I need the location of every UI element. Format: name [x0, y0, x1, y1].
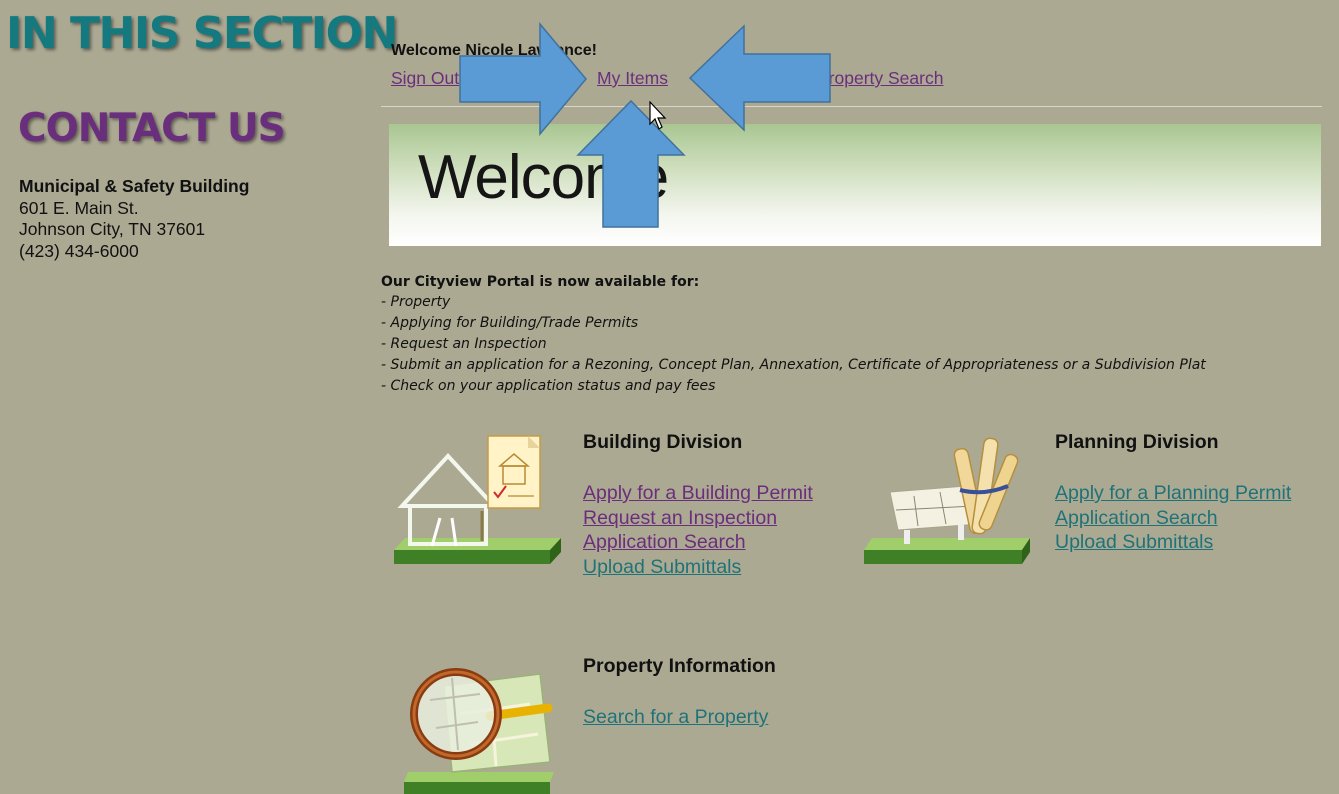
annotation-arrow-icon: [688, 24, 833, 132]
contact-heading: CONTACT US: [18, 106, 286, 151]
portal-intro: Our Cityview Portal is now available for…: [381, 273, 1206, 397]
intro-item: - Property: [381, 294, 451, 310]
magnifier-map-icon: [400, 654, 556, 794]
street-address: 601 E. Main St.: [19, 197, 139, 218]
building-division-title: Building Division: [583, 431, 743, 453]
planning-application-search-link[interactable]: Application Search: [1055, 506, 1291, 531]
intro-item: - Submit an application for a Rezoning, …: [381, 357, 1206, 373]
apply-planning-permit-link[interactable]: Apply for a Planning Permit: [1055, 481, 1291, 506]
planning-division-title: Planning Division: [1055, 431, 1219, 453]
intro-item: - Request an Inspection: [381, 336, 547, 352]
request-inspection-link[interactable]: Request an Inspection: [583, 506, 813, 531]
building-division-links: Apply for a Building Permit Request an I…: [583, 481, 813, 579]
house-permit-icon: [390, 426, 565, 568]
blueprint-plans-icon: [862, 426, 1032, 568]
building-application-search-link[interactable]: Application Search: [583, 530, 813, 555]
contact-address: Municipal & Safety Building 601 E. Main …: [19, 176, 249, 262]
mouse-cursor-icon: [649, 101, 669, 131]
building-upload-submittals-link[interactable]: Upload Submittals: [583, 555, 813, 580]
search-property-link[interactable]: Search for a Property: [583, 705, 768, 730]
sign-out-link[interactable]: Sign Out: [391, 68, 459, 89]
planning-upload-submittals-link[interactable]: Upload Submittals: [1055, 530, 1291, 555]
intro-title: Our Cityview Portal is now available for…: [381, 274, 700, 290]
phone-number: (423) 434-6000: [19, 240, 139, 261]
property-search-link[interactable]: Property Search: [817, 68, 943, 89]
building-name: Municipal & Safety Building: [19, 176, 250, 196]
property-information-title: Property Information: [583, 655, 776, 677]
my-items-link[interactable]: My Items: [597, 68, 668, 89]
apply-building-permit-link[interactable]: Apply for a Building Permit: [583, 481, 813, 506]
intro-item: - Check on your application status and p…: [381, 378, 716, 394]
property-information-links: Search for a Property: [583, 705, 768, 730]
annotation-arrow-icon: [458, 22, 590, 136]
section-heading: IN THIS SECTION: [6, 8, 398, 59]
city-state-zip: Johnson City, TN 37601: [19, 219, 206, 239]
intro-item: - Applying for Building/Trade Permits: [381, 315, 639, 331]
planning-division-links: Apply for a Planning Permit Application …: [1055, 481, 1291, 555]
annotation-arrow-icon: [576, 99, 686, 231]
